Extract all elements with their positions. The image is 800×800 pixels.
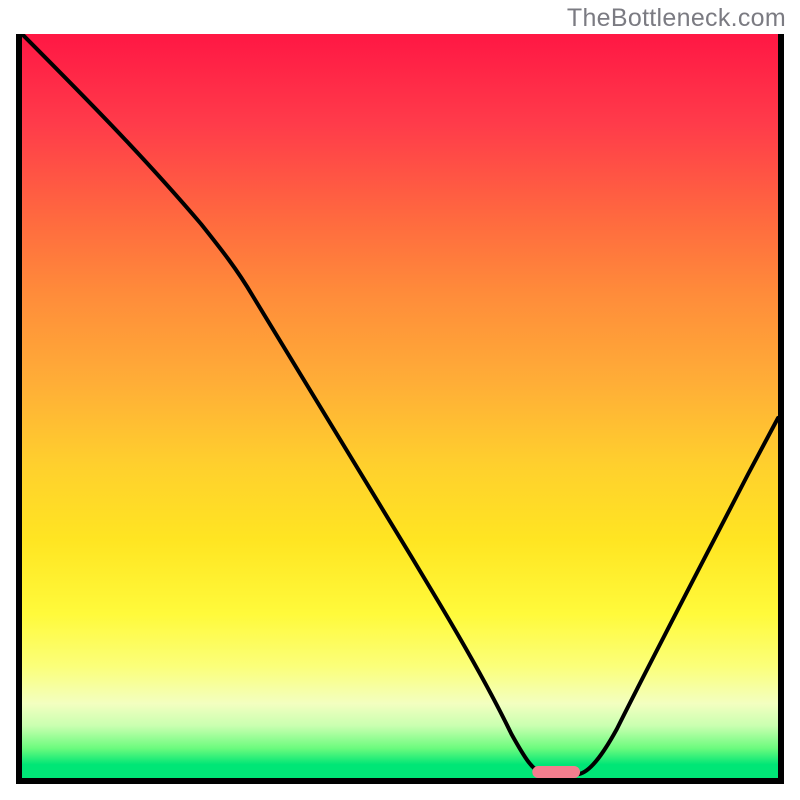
highlight-pill: [532, 766, 580, 778]
watermark-text: TheBottleneck.com: [567, 4, 786, 33]
plot-area: [16, 34, 784, 784]
curve-path: [22, 34, 778, 774]
chart-svg: [22, 34, 778, 778]
chart-frame: TheBottleneck.com: [0, 0, 800, 800]
